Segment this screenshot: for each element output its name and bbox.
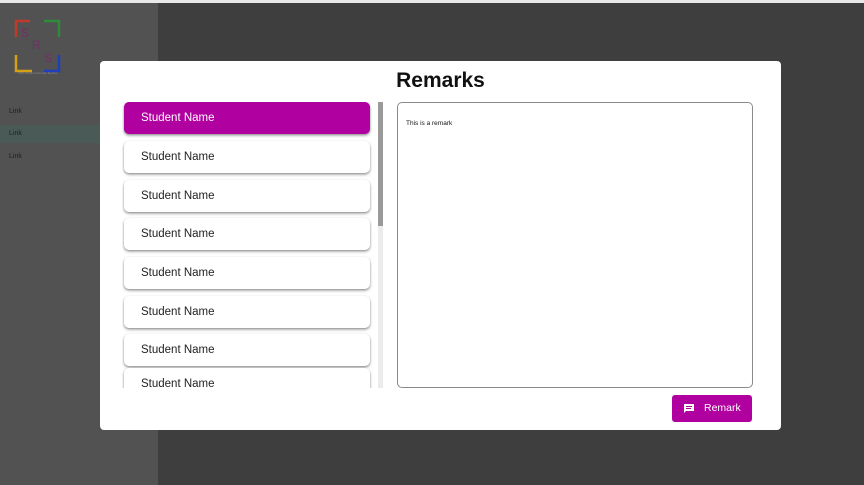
student-item[interactable]: Student Name (124, 257, 370, 289)
student-item[interactable]: Student Name (124, 141, 370, 173)
remark-button-label: Remark (704, 402, 741, 414)
logo-caption: SRS Student Remark System (18, 71, 58, 75)
dialog-title: Remarks (396, 69, 485, 92)
app-background: S R S SRS Student Remark System Link Lin… (0, 0, 864, 485)
logo-letter-s2: S (44, 51, 52, 65)
remark-button[interactable]: Remark (672, 395, 752, 422)
student-item[interactable]: Student Name (124, 296, 370, 328)
srs-logo: S R S (14, 19, 61, 73)
student-item[interactable]: Student Name (124, 334, 370, 366)
remark-textarea[interactable]: This is a remark (397, 102, 753, 388)
student-item[interactable]: Student Name (124, 218, 370, 250)
student-item[interactable]: Student Name (124, 180, 370, 212)
list-scrollbar-thumb[interactable] (378, 102, 383, 226)
logo-letter-r: R (32, 38, 41, 52)
student-list[interactable]: Student Name Student Name Student Name S… (122, 102, 384, 388)
logo-letter-s1: S (21, 26, 29, 40)
comment-icon (684, 404, 694, 413)
student-item[interactable]: Student Name (124, 102, 370, 134)
remarks-dialog: Remarks Student Name Student Name Studen… (100, 61, 781, 430)
student-item[interactable]: Student Name (124, 368, 370, 388)
remark-text: This is a remark (406, 120, 453, 127)
